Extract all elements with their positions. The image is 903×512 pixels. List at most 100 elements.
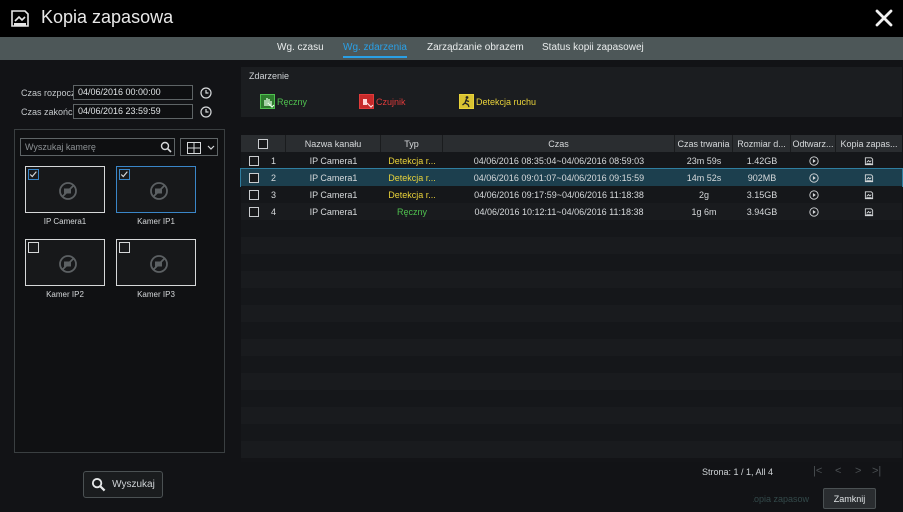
play-icon[interactable] (808, 206, 819, 217)
row-checkbox[interactable] (249, 172, 259, 183)
camera-name: Kamer IP1 (137, 217, 175, 226)
search-icon[interactable] (160, 141, 172, 153)
play-icon[interactable] (808, 172, 819, 183)
camera-checkbox[interactable] (119, 169, 130, 180)
header-type[interactable]: Typ (381, 135, 443, 152)
tab-by-event[interactable]: Wg. zdarzenia (343, 42, 407, 58)
backup-window: Kopia zapasowa Wg. czasu Wg. zdarzenia Z… (0, 0, 903, 512)
empty-row (241, 373, 902, 390)
cell-type: Detekcja r... (388, 172, 436, 183)
header-play[interactable]: Odtwarz... (791, 135, 836, 152)
next-page-icon[interactable]: > (855, 465, 861, 477)
empty-row (241, 305, 902, 322)
header-time[interactable]: Czas (443, 135, 675, 152)
empty-row (241, 339, 902, 356)
cell-channel: IP Camera1 (309, 189, 358, 200)
header-select-all[interactable] (241, 135, 286, 152)
prev-page-icon[interactable]: < (835, 465, 841, 477)
right-panel: Zdarzenie Ręczny Czujnik Detekcja ruchu … (232, 60, 903, 512)
search-button[interactable]: Wyszukaj (83, 471, 163, 498)
empty-row (241, 220, 902, 237)
sensor-icon (359, 94, 374, 109)
camera-tile-kamer-ip1[interactable]: Kamer IP1 (116, 166, 196, 230)
empty-row (241, 390, 902, 407)
table-cell: 2 (241, 169, 286, 186)
table-row[interactable]: 1 IP Camera1 Detekcja r... 04/06/2016 08:35… (241, 152, 902, 169)
tab-bar: Wg. czasu Wg. zdarzenia Zarządzanie obra… (0, 37, 903, 60)
header-channel[interactable]: Nazwa kanału (286, 135, 381, 152)
table-cell (791, 152, 836, 169)
clock-icon[interactable] (200, 86, 212, 99)
backup-icon[interactable] (864, 207, 874, 217)
cell-channel: IP Camera1 (309, 172, 358, 183)
row-checkbox[interactable] (249, 206, 259, 217)
event-manual[interactable]: Ręczny (260, 94, 307, 109)
backup-icon[interactable] (864, 173, 874, 183)
camera-checkbox[interactable] (28, 242, 39, 253)
cell-time: 04/06/2016 09:01:07~04/06/2016 09:15:59 (473, 172, 645, 183)
end-time-field[interactable]: 04/06/2016 23:59:59 (73, 104, 193, 119)
table-cell (791, 169, 836, 186)
backup-icon[interactable] (864, 156, 874, 166)
backup-icon[interactable] (864, 190, 874, 200)
pager-text: Strona: 1 / 1, All 4 (702, 467, 774, 477)
tab-backup-status[interactable]: Status kopii zapasowej (542, 42, 644, 53)
no-video-icon (150, 182, 168, 200)
camera-tile-kamer-ip3[interactable]: Kamer IP3 (116, 239, 196, 303)
empty-row (241, 271, 902, 288)
camera-name: Kamer IP2 (46, 290, 84, 299)
motion-detection-icon (459, 94, 474, 109)
event-motion[interactable]: Detekcja ruchu (459, 94, 536, 109)
close-icon[interactable] (873, 7, 895, 29)
tab-by-time[interactable]: Wg. czasu (277, 42, 324, 53)
empty-row (241, 322, 902, 339)
camera-checkbox[interactable] (28, 169, 39, 180)
search-button-label: Wyszukaj (112, 479, 155, 490)
select-all-checkbox[interactable] (258, 138, 268, 149)
cell-channel: IP Camera1 (309, 155, 358, 166)
header-size[interactable]: Rozmiar d... (733, 135, 791, 152)
empty-row (241, 356, 902, 373)
title-bar: Kopia zapasowa (0, 0, 903, 37)
cell-duration: 23m 59s (686, 155, 722, 166)
table-cell: 3 (241, 186, 286, 203)
camera-search-input[interactable]: Wyszukaj kamerę (20, 138, 175, 156)
window-title: Kopia zapasowa (41, 7, 174, 27)
cell-channel: IP Camera1 (309, 206, 358, 217)
camera-tile-ip-camera1[interactable]: IP Camera1 (25, 166, 105, 230)
empty-row (241, 254, 902, 271)
backup-button[interactable]: Kopia zapasowa (753, 488, 809, 509)
camera-thumbnail (116, 239, 196, 286)
camera-name: IP Camera1 (43, 217, 87, 226)
table-row[interactable]: 4 IP Camera1 Ręczny 04/06/2016 10:12:11~04/… (241, 203, 902, 220)
table-cell: 4 (241, 203, 286, 220)
table-row[interactable]: 3 IP Camera1 Detekcja r... 04/06/2016 09:17… (241, 186, 902, 203)
first-page-icon[interactable]: |< (813, 465, 822, 477)
view-mode-dropdown[interactable] (180, 138, 218, 156)
row-number: 3 (271, 189, 277, 200)
event-sensor-label: Czujnik (376, 96, 406, 107)
tab-image-management[interactable]: Zarządzanie obrazem (427, 42, 524, 53)
cell-size: 3.94GB (746, 206, 778, 217)
backup-icon (11, 10, 29, 27)
cell-time: 04/06/2016 09:17:59~04/06/2016 11:18:38 (474, 189, 644, 200)
header-duration[interactable]: Czas trwania (675, 135, 733, 152)
row-number: 1 (271, 155, 277, 166)
camera-checkbox[interactable] (119, 242, 130, 253)
play-icon[interactable] (808, 189, 819, 200)
play-icon[interactable] (808, 155, 819, 166)
close-button[interactable]: Zamknij (823, 488, 876, 509)
camera-panel: Wyszukaj kamerę IP Camera1 Kamer IP1 Kam… (14, 129, 225, 453)
empty-row (241, 407, 902, 424)
row-number: 4 (271, 206, 277, 217)
row-checkbox[interactable] (249, 189, 259, 200)
table-cell (836, 203, 902, 220)
event-sensor[interactable]: Czujnik (359, 94, 406, 109)
table-row[interactable]: 2 IP Camera1 Detekcja r... 04/06/2016 09:01… (240, 168, 903, 187)
last-page-icon[interactable]: >| (872, 465, 881, 477)
row-checkbox[interactable] (249, 155, 259, 166)
header-backup[interactable]: Kopia zapas... (836, 135, 902, 152)
start-time-field[interactable]: 04/06/2016 00:00:00 (73, 85, 193, 100)
camera-tile-kamer-ip2[interactable]: Kamer IP2 (25, 239, 105, 303)
clock-icon[interactable] (200, 105, 212, 118)
